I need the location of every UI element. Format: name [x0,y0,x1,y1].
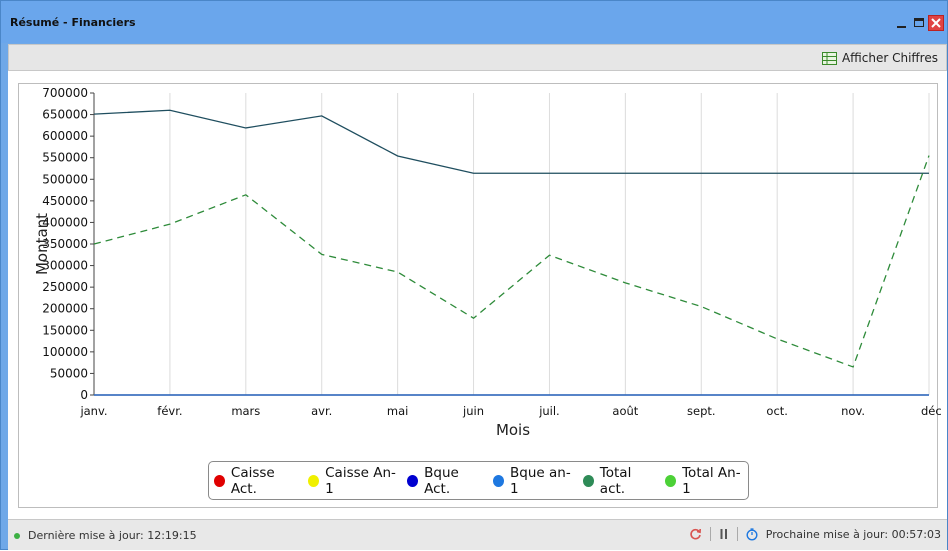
refresh-icon[interactable] [689,528,702,541]
x-tick-label: févr. [157,404,182,418]
status-bar: Dernière mise à jour: 12:19:15 Prochaine… [8,519,947,550]
legend-dot-icon [407,474,419,487]
legend-label: Bque Act. [424,464,459,497]
next-update-label: Prochaine mise à jour: 00:57:03 [765,527,941,541]
series-line-6 [93,155,930,368]
y-tick-label: 550000 [42,151,88,165]
y-tick-label: 450000 [42,194,88,208]
y-tick-label: 150000 [42,323,88,337]
divider [736,527,738,541]
x-tick-label: juin [462,404,484,418]
y-tick-label: 0 [80,388,88,402]
y-tick-label: 650000 [42,108,88,122]
x-tick-label: avr. [311,404,332,418]
legend-dot-icon [214,474,225,487]
last-update-label: Dernière mise à jour: 12:19:15 [28,529,197,542]
y-tick-label: 50000 [50,366,88,380]
y-tick-label: 250000 [42,280,88,294]
y-tick-label: 600000 [42,129,88,143]
y-tick-label: 500000 [42,172,88,186]
legend-item[interactable]: Caisse Act. [214,465,298,497]
x-tick-label: nov. [841,404,865,418]
x-tick-label: déc [921,404,942,418]
refresh-controls: Prochaine mise à jour: 00:57:03 [689,527,941,541]
legend-item[interactable]: Total An-1 [665,465,743,497]
legend-label: Caisse An-1 [325,464,396,497]
y-tick-label: 700000 [42,86,88,100]
divider [709,527,711,541]
y-tick-label: 100000 [42,345,88,359]
last-update: Dernière mise à jour: 12:19:15 [14,529,197,542]
x-tick-label: janv. [79,404,107,418]
x-tick-label: oct. [766,404,788,418]
x-tick-label: mai [387,404,408,418]
status-dot-icon [14,532,20,539]
legend-item[interactable]: Bque Act. [407,465,483,497]
legend-item[interactable]: Total act. [582,464,655,497]
x-tick-label: sept. [687,404,716,418]
app-window: Résumé - Financiers Afficher Chiffres 05… [0,0,948,550]
legend-label: Bque an-1 [510,464,571,497]
x-axis-title: Mois [496,421,530,439]
y-axis-title: Montant [33,213,51,275]
timer-icon [746,527,758,541]
pause-icon[interactable] [719,528,729,540]
legend-dot-icon [308,474,320,487]
legend-item[interactable]: Caisse An-1 [308,465,397,497]
x-tick-label: août [612,404,638,418]
legend-item[interactable]: Bque an-1 [493,465,573,497]
y-tick-label: 200000 [42,302,88,316]
x-tick-label: mars [231,404,260,418]
legend-label: Caisse Act. [230,464,275,497]
legend-label: Total act. [599,464,632,497]
x-tick-label: juil. [538,404,560,418]
legend-label: Total An-1 [682,464,741,497]
legend-dot-icon [582,474,594,487]
legend-dot-icon [665,474,677,487]
chart-legend: Caisse Act. Caisse An-1 Bque Act. Bque an-1… [208,461,749,500]
series-line-5 [93,109,929,174]
legend-dot-icon [493,474,504,487]
